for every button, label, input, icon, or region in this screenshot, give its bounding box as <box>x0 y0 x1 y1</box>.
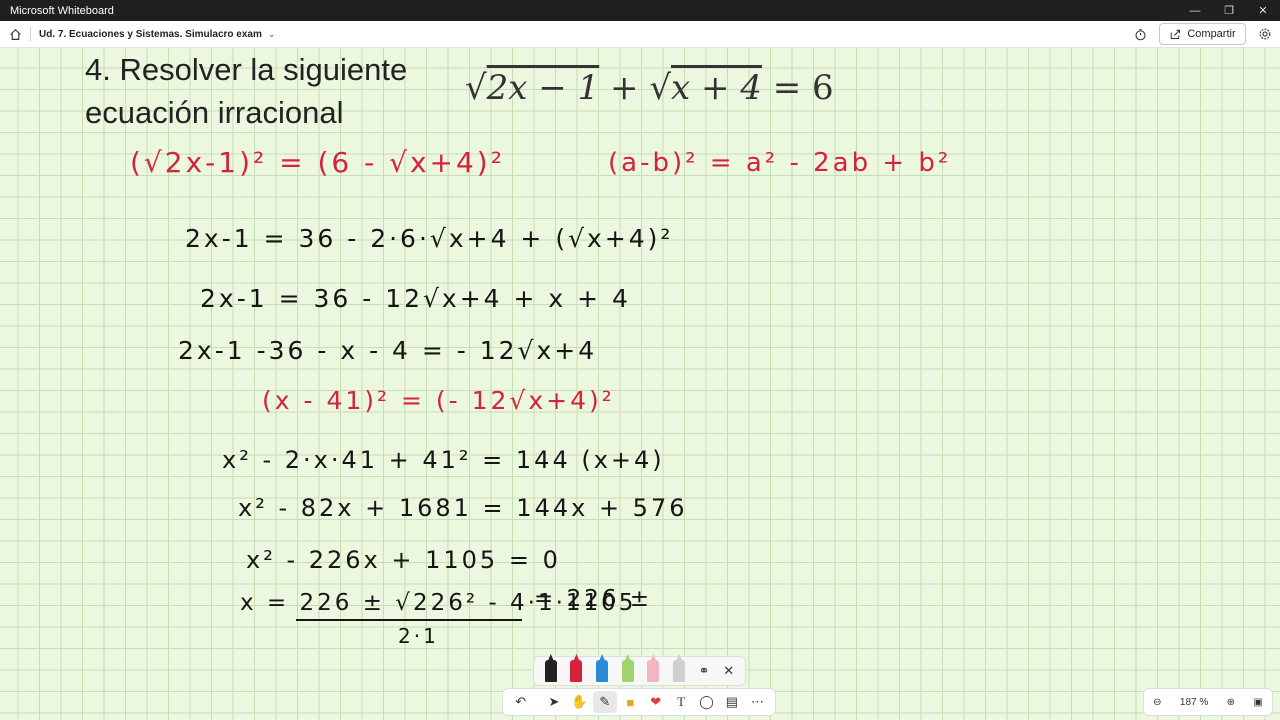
ink-line-1: (√2x-1)² = (6 - √x+4)² <box>130 146 505 179</box>
window-controls: — ❐ ✕ <box>1178 0 1280 21</box>
templates-icon[interactable]: ▤ <box>720 691 743 713</box>
equation-rhs: = 6 <box>772 68 834 108</box>
highlighter-icon[interactable] <box>621 660 634 682</box>
blue-pen-icon[interactable] <box>596 660 609 682</box>
chevron-down-icon: ⌄ <box>267 28 276 39</box>
ink-line-5: (x - 41)² = (- 12√x+4)² <box>262 386 615 415</box>
pen-tool-icon[interactable]: ✎ <box>593 691 617 713</box>
lasso-icon[interactable]: ⚭ <box>699 663 710 679</box>
reactions-heart-icon[interactable]: ❤ <box>644 691 667 713</box>
ink-line-7: x² - 82x + 1681 = 144x + 576 <box>238 494 688 522</box>
problem-title: 4. Resolver la siguiente ecuación irraci… <box>85 48 407 134</box>
problem-title-line2: ecuación irracional <box>85 95 344 130</box>
zoom-controls: ⊖ 187 % ⊕ ▣ <box>1143 688 1273 716</box>
timer-icon[interactable] <box>1134 28 1147 41</box>
ruler-icon[interactable] <box>673 660 686 682</box>
whiteboard-canvas[interactable]: 4. Resolver la siguiente ecuación irraci… <box>0 48 1280 720</box>
board-title-dropdown[interactable]: Ud. 7. Ecuaciones y Sistemas. Simulacro … <box>39 29 275 40</box>
header-actions: Compartir <box>1134 23 1272 45</box>
minimize-icon[interactable]: — <box>1178 0 1212 21</box>
ink-line-4: 2x-1 -36 - x - 4 = - 12√x+4 <box>178 336 598 365</box>
ink-line-9-denominator: 2·1 <box>398 624 439 648</box>
fit-to-screen-icon[interactable]: ▣ <box>1253 697 1262 708</box>
share-label: Compartir <box>1187 28 1236 40</box>
ink-line-3: 2x-1 = 36 - 12√x+4 + x + 4 <box>200 284 631 313</box>
home-icon[interactable] <box>0 28 30 41</box>
board-header: Ud. 7. Ecuaciones y Sistemas. Simulacro … <box>0 21 1280 48</box>
ink-line-2: 2x-1 = 36 - 2·6·√x+4 + (√x+4)² <box>185 224 674 253</box>
divider <box>30 27 31 41</box>
sticky-note-icon[interactable]: ■ <box>619 691 642 713</box>
red-pen-icon[interactable] <box>570 660 583 682</box>
text-tool-icon[interactable]: T <box>669 691 692 713</box>
ink-line-9-result: = 226 ± <box>534 586 653 612</box>
undo-icon[interactable]: ↶ <box>509 691 532 713</box>
gear-icon[interactable] <box>1258 27 1272 41</box>
zoom-in-icon[interactable]: ⊕ <box>1227 697 1235 708</box>
close-icon[interactable]: ✕ <box>723 663 734 679</box>
problem-title-line1: 4. Resolver la siguiente <box>85 52 408 87</box>
bottom-toolbar: ↶ ➤ ✋ ✎ ■ ❤ T ◯ ▤ ⋯ <box>502 688 776 716</box>
fraction-bar <box>296 619 522 621</box>
shapes-icon[interactable]: ◯ <box>695 691 718 713</box>
ink-identity: (a-b)² = a² - 2ab + b² <box>608 148 952 178</box>
hand-pan-icon[interactable]: ✋ <box>568 691 591 713</box>
share-button[interactable]: Compartir <box>1159 23 1246 45</box>
ink-line-8: x² - 226x + 1105 = 0 <box>246 546 561 574</box>
ink-line-6: x² - 2·x·41 + 41² = 144 (x+4) <box>222 446 665 474</box>
more-options-icon[interactable]: ⋯ <box>746 691 769 713</box>
zoom-out-icon[interactable]: ⊖ <box>1153 697 1161 708</box>
zoom-level[interactable]: 187 % <box>1180 697 1208 708</box>
app-title: Microsoft Whiteboard <box>10 4 114 17</box>
share-icon <box>1171 29 1181 39</box>
radicand-2: x + 4 <box>671 68 762 108</box>
select-pointer-icon[interactable]: ➤ <box>542 691 565 713</box>
typed-equation: √2x − 1 + √x + 4 = 6 <box>465 68 834 108</box>
radicand-1: 2x − 1 <box>486 68 600 108</box>
pen-tray: ⚭ ✕ <box>533 656 746 686</box>
board-title: Ud. 7. Ecuaciones y Sistemas. Simulacro … <box>39 28 262 40</box>
close-window-icon[interactable]: ✕ <box>1246 0 1280 21</box>
restore-icon[interactable]: ❐ <box>1212 0 1246 21</box>
eraser-icon[interactable] <box>647 660 660 682</box>
window-titlebar: Microsoft Whiteboard — ❐ ✕ <box>0 0 1280 21</box>
black-pen-icon[interactable] <box>544 660 557 682</box>
